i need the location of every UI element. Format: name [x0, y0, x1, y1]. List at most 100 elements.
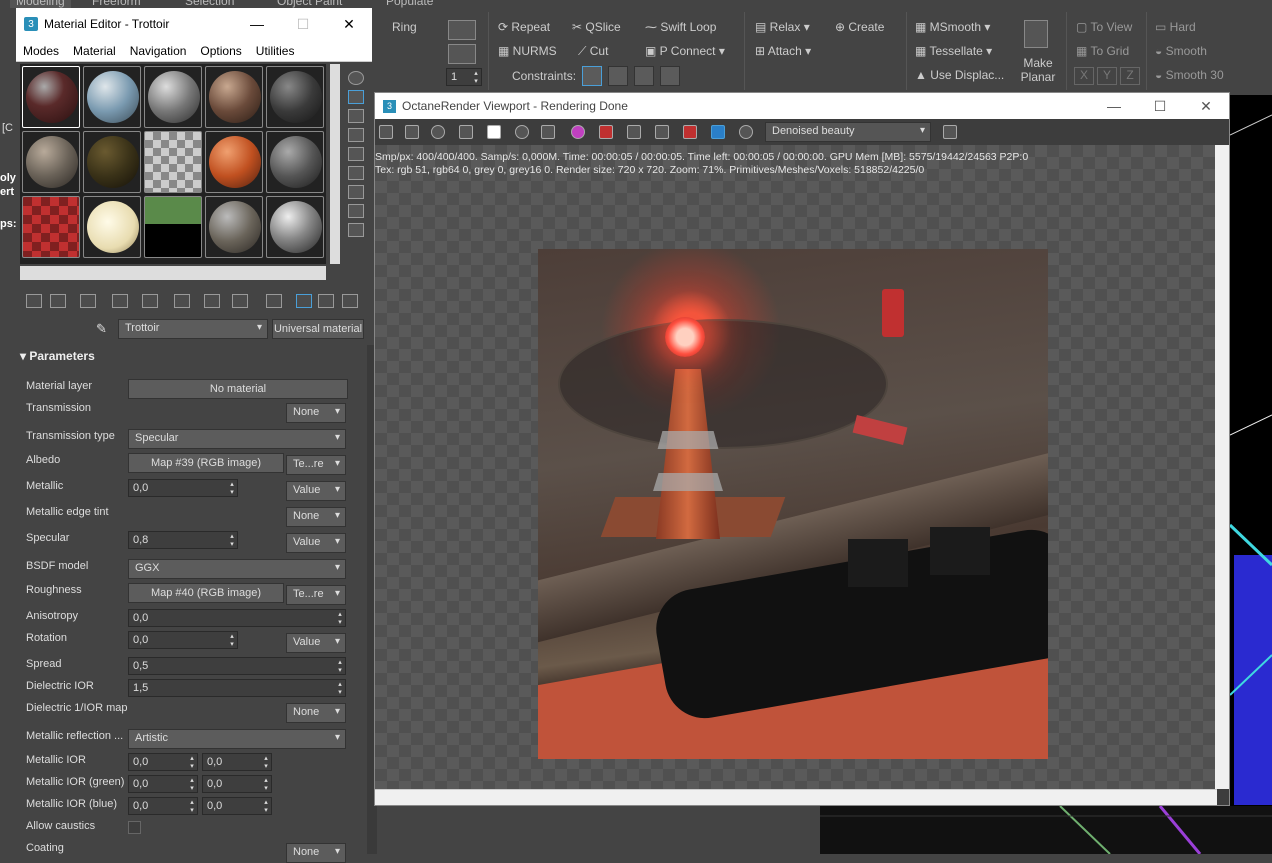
rotation-mode-dropdown[interactable]: Value	[286, 633, 346, 653]
save-material-icon[interactable]	[204, 294, 220, 308]
smooth30-button[interactable]: ◒ Smooth 30	[1155, 68, 1224, 82]
make-unique-icon[interactable]	[142, 294, 158, 308]
put-to-scene-icon[interactable]	[50, 294, 66, 308]
transmission-type-dropdown[interactable]: Specular	[128, 429, 346, 449]
show-end-result-icon[interactable]	[296, 294, 312, 308]
material-type-button[interactable]: Universal material	[272, 319, 364, 339]
menu-options[interactable]: Options	[193, 44, 248, 58]
ring-button[interactable]: Ring	[392, 20, 417, 34]
settings-gear-icon[interactable]	[739, 125, 753, 139]
use-displace-button[interactable]: ▲ Use Displac...	[915, 68, 1004, 82]
dielectric-ior-spinner[interactable]: 1,5	[128, 679, 346, 697]
specular-spinner[interactable]: 0,8	[128, 531, 238, 549]
material-layer-button[interactable]: No material	[128, 379, 348, 399]
metallic-ior-blue-spinner-1[interactable]: 0,0	[128, 797, 198, 815]
scene-viewport[interactable]	[1230, 95, 1272, 854]
render-pass-dropdown[interactable]: Denoised beauty	[765, 122, 931, 142]
spread-spinner[interactable]: 0,5	[128, 657, 346, 675]
sample-slot[interactable]	[22, 66, 80, 128]
scene-viewport-bottom[interactable]	[820, 806, 1272, 854]
metallic-reflection-dropdown[interactable]: Artistic	[128, 729, 346, 749]
clay-mode-icon[interactable]	[599, 125, 613, 139]
align-y-button[interactable]: Y	[1097, 67, 1117, 85]
metallic-ior-green-spinner-1[interactable]: 0,0	[128, 775, 198, 793]
repeat-button[interactable]: ⟳ Repeat	[498, 20, 550, 34]
sample-slot[interactable]	[144, 196, 202, 258]
metallic-ior-green-spinner-2[interactable]: 0,0	[202, 775, 272, 793]
cut-button[interactable]: ⟋ Cut	[578, 44, 608, 59]
film-region-icon[interactable]	[655, 125, 669, 139]
close-icon[interactable]: ✕	[1183, 98, 1229, 115]
sample-slot[interactable]	[83, 66, 141, 128]
swift-loop-button[interactable]: ⁓ Swift Loop	[645, 20, 716, 34]
allow-caustics-checkbox[interactable]	[128, 821, 141, 834]
metallic-ior-spinner-2[interactable]: 0,0	[202, 753, 272, 771]
nurms-button[interactable]: ▦ NURMS	[498, 44, 557, 58]
camera-icon[interactable]	[711, 125, 725, 139]
video-color-check-icon[interactable]	[348, 147, 364, 161]
create-button[interactable]: ⊕ Create	[835, 20, 884, 34]
metallic-edge-tint-dropdown[interactable]: None	[286, 507, 346, 527]
loop-mode-icon[interactable]	[448, 20, 476, 40]
material-editor-titlebar[interactable]: 3 Material Editor - Trottoir — ☐ ✕	[16, 8, 372, 40]
menu-material[interactable]: Material	[66, 44, 123, 58]
tab-populate[interactable]: Populate	[386, 0, 433, 8]
hard-button[interactable]: ▭ Hard	[1155, 20, 1196, 34]
material-name-dropdown[interactable]: Trottoir	[118, 319, 268, 339]
anisotropy-spinner[interactable]: 0,0	[128, 609, 346, 627]
sample-slot[interactable]	[205, 66, 263, 128]
relax-button[interactable]: ▤ Relax ▾	[755, 20, 810, 34]
options-icon[interactable]	[348, 185, 364, 199]
backlight-icon[interactable]	[348, 90, 364, 104]
albedo-mode-dropdown[interactable]: Te...re	[286, 455, 346, 475]
tab-modeling[interactable]: Modeling	[10, 0, 71, 8]
reset-map-icon[interactable]	[112, 294, 128, 308]
viewport-hscrollbar[interactable]	[375, 789, 1217, 805]
lock-icon[interactable]	[459, 125, 473, 139]
sample-slot[interactable]	[22, 131, 80, 193]
show-shaded-icon[interactable]	[266, 294, 282, 308]
minimize-icon[interactable]: —	[234, 16, 280, 33]
metallic-mode-dropdown[interactable]: Value	[286, 481, 346, 501]
pause-icon[interactable]	[487, 125, 501, 139]
ribbon-spinner[interactable]: 1	[446, 68, 482, 86]
parameters-heading[interactable]: ▾ Parameters	[20, 349, 95, 363]
metallic-ior-spinner-1[interactable]: 0,0	[128, 753, 198, 771]
octane-titlebar[interactable]: 3 OctaneRender Viewport - Rendering Done…	[375, 93, 1229, 119]
dielectric-map-dropdown[interactable]: None	[286, 703, 346, 723]
constraint-normal-icon[interactable]	[660, 66, 680, 86]
material-picker-icon[interactable]	[683, 125, 697, 139]
uv-tiling-icon[interactable]	[348, 128, 364, 142]
attach-button[interactable]: ⊞ Attach ▾	[755, 44, 811, 58]
constraint-edge-icon[interactable]	[608, 66, 628, 86]
p-connect-button[interactable]: ▣ P Connect ▾	[645, 44, 725, 58]
go-forward-sibling-icon[interactable]	[342, 294, 358, 308]
slots-scrollbar[interactable]	[330, 64, 340, 264]
tab-selection[interactable]: Selection	[185, 0, 234, 8]
render-canvas[interactable]: Smp/px: 400/400/400. Samp/s: 0,000M. Tim…	[375, 145, 1217, 789]
coating-dropdown[interactable]: None	[286, 843, 346, 863]
make-planar-icon[interactable]	[1024, 20, 1048, 48]
sample-slot[interactable]	[266, 131, 324, 193]
to-view-button[interactable]: ▢ To View	[1076, 20, 1132, 34]
background-icon[interactable]	[348, 109, 364, 123]
make-preview-icon[interactable]	[348, 166, 364, 180]
menu-modes[interactable]: Modes	[16, 44, 66, 58]
color-picker-icon[interactable]	[571, 125, 585, 139]
sample-slot[interactable]	[22, 196, 80, 258]
menu-navigation[interactable]: Navigation	[123, 44, 194, 58]
albedo-map-button[interactable]: Map #39 (RGB image)	[128, 453, 284, 473]
smooth-button[interactable]: ◒ Smooth	[1155, 44, 1207, 58]
maximize-icon[interactable]: ☐	[280, 16, 326, 33]
tab-freeform[interactable]: Freeform	[92, 0, 141, 8]
save-render-icon[interactable]	[379, 125, 393, 139]
copy-render-icon[interactable]	[405, 125, 419, 139]
select-by-material-icon[interactable]	[348, 204, 364, 218]
metallic-ior-blue-spinner-2[interactable]: 0,0	[202, 797, 272, 815]
menu-utilities[interactable]: Utilities	[249, 44, 302, 58]
qslice-button[interactable]: ✂ QSlice	[572, 20, 621, 34]
specular-mode-dropdown[interactable]: Value	[286, 533, 346, 553]
go-to-parent-icon[interactable]	[318, 294, 334, 308]
grow-icon[interactable]	[448, 44, 476, 64]
sample-slot[interactable]	[266, 66, 324, 128]
